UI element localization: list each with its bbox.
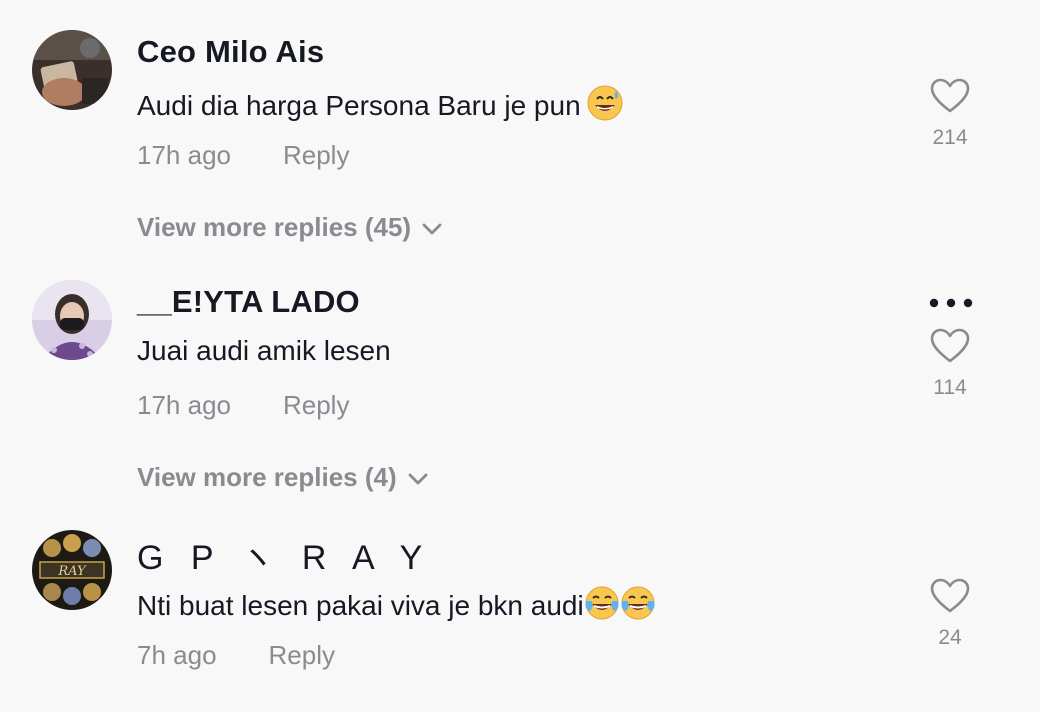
tears-of-joy-emoji-icon xyxy=(621,586,655,620)
heart-outline-icon[interactable] xyxy=(930,78,970,114)
grinning-sweat-emoji-icon xyxy=(587,85,623,121)
avatar[interactable] xyxy=(32,30,112,110)
reply-button[interactable]: Reply xyxy=(283,390,349,420)
view-more-replies-label: View more replies (4) xyxy=(137,462,397,492)
tears-of-joy-emoji-icon xyxy=(585,586,619,620)
comment-meta: 7h ago Reply xyxy=(137,640,335,671)
chevron-down-icon xyxy=(408,473,428,485)
like-count: 214 xyxy=(932,126,968,149)
like-button[interactable]: 214 xyxy=(922,78,978,150)
comments-list: Ceo Milo Ais Audi dia harga Persona Baru… xyxy=(0,0,1040,712)
comment-text: Nti buat lesen pakai viva je bkn audi xyxy=(137,585,656,622)
like-button[interactable]: 24 xyxy=(922,578,978,650)
comment-text: Audi dia harga Persona Baru je pun xyxy=(137,85,623,122)
chevron-down-icon xyxy=(422,223,442,235)
view-more-replies-button[interactable]: View more replies (45) xyxy=(137,212,443,243)
like-count: 24 xyxy=(938,626,962,649)
comment-username[interactable]: Ceo Milo Ais xyxy=(137,34,324,70)
comment-text-content: Nti buat lesen pakai viva je bkn audi xyxy=(137,590,584,621)
comment-meta: 17h ago Reply xyxy=(137,390,349,421)
reply-button[interactable]: Reply xyxy=(269,640,335,670)
more-horizontal-icon[interactable] xyxy=(928,298,974,308)
view-more-replies-label: View more replies (45) xyxy=(137,212,412,242)
comment-timestamp: 17h ago xyxy=(137,390,231,420)
svg-text:RAY: RAY xyxy=(57,564,87,579)
like-button[interactable]: 114 xyxy=(922,328,978,400)
comment-meta: 17h ago Reply xyxy=(137,140,349,171)
reply-button[interactable]: Reply xyxy=(283,140,349,170)
avatar[interactable] xyxy=(32,280,112,360)
avatar[interactable]: RAY xyxy=(32,530,112,610)
comment-timestamp: 17h ago xyxy=(137,140,231,170)
heart-outline-icon[interactable] xyxy=(930,578,970,614)
like-count: 114 xyxy=(933,376,967,399)
comment-text: Juai audi amik lesen xyxy=(137,335,391,366)
comment-text-content: Audi dia harga Persona Baru je pun xyxy=(137,90,581,121)
comment-username[interactable]: G P ヽ R A Y xyxy=(137,530,431,579)
view-more-replies-button[interactable]: View more replies (4) xyxy=(137,462,429,493)
comment-username[interactable]: __E!YTA LADO xyxy=(137,284,360,320)
comment-timestamp: 7h ago xyxy=(137,640,217,670)
heart-outline-icon[interactable] xyxy=(930,328,970,364)
